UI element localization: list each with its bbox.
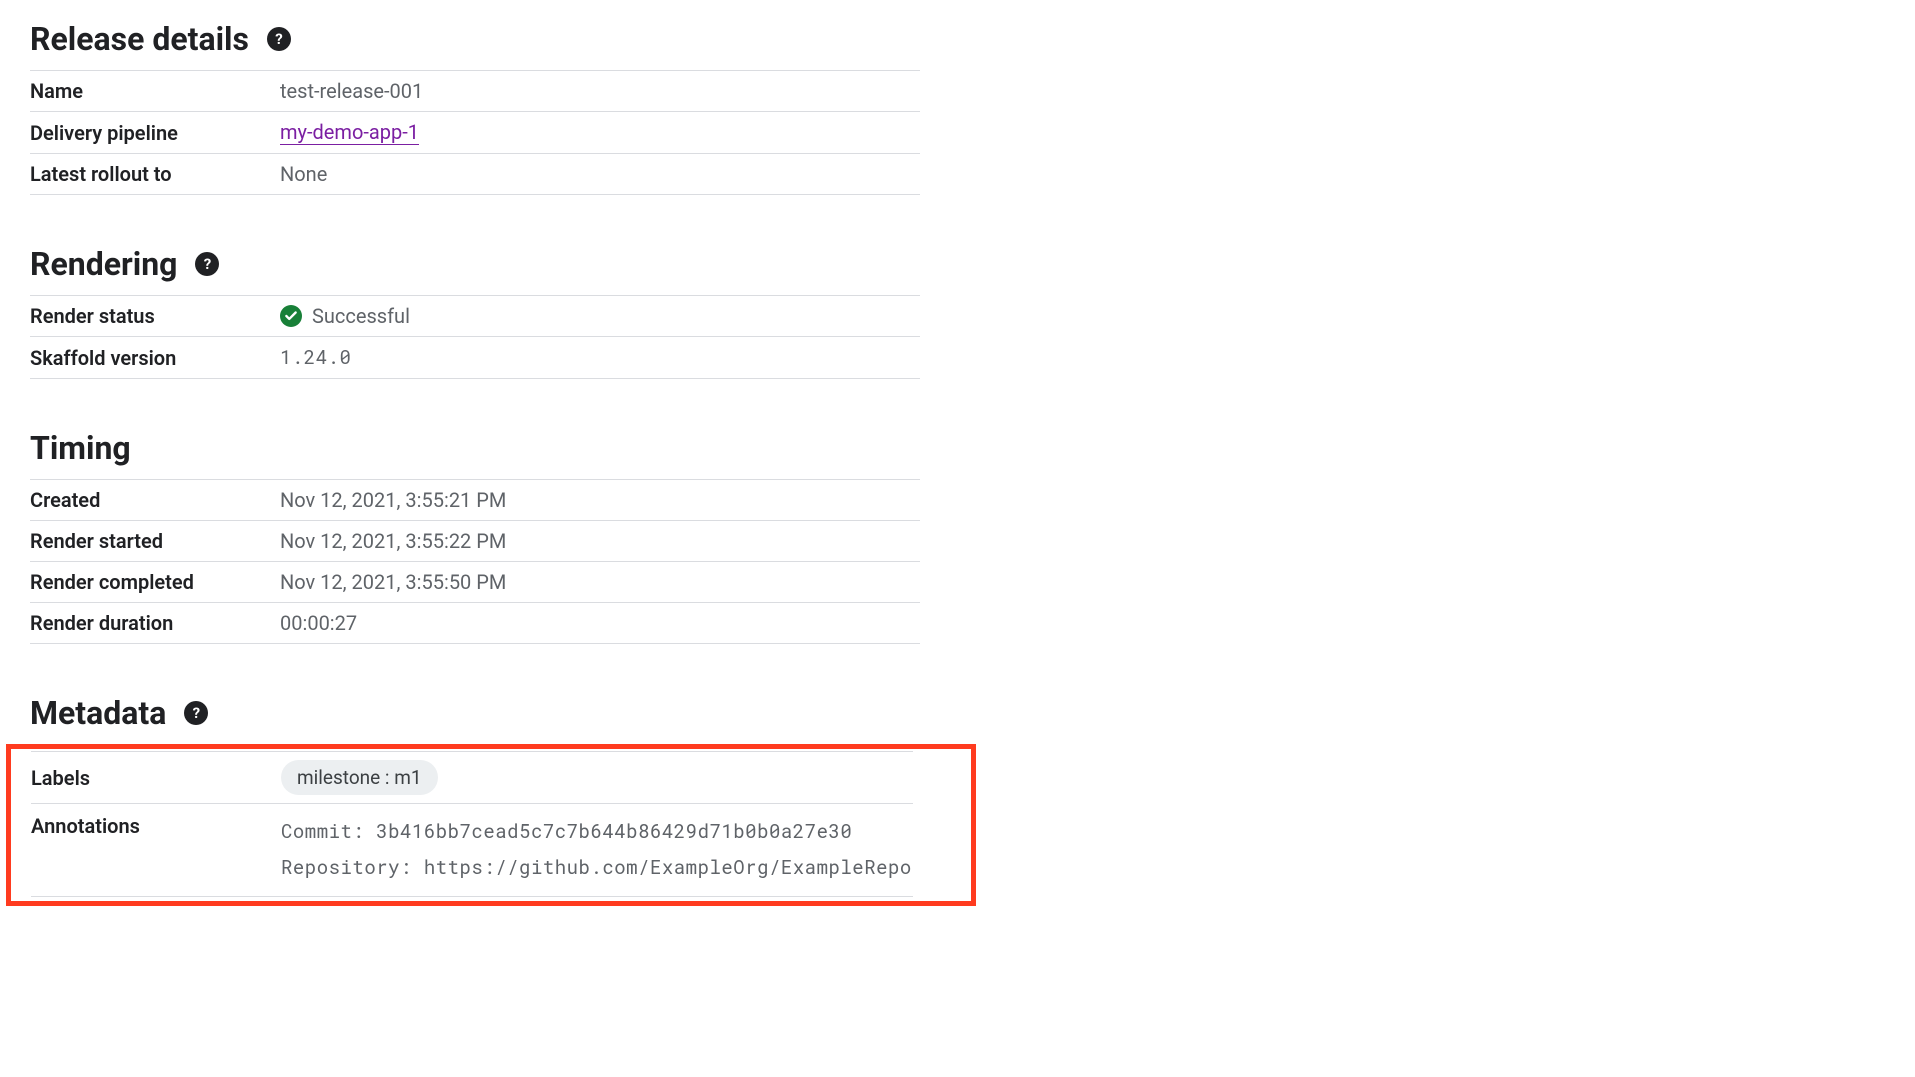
render-duration-row: Render duration 00:00:27: [30, 602, 920, 644]
name-label: Name: [30, 79, 280, 103]
render-started-value: Nov 12, 2021, 3:55:22 PM: [280, 529, 506, 553]
latest-rollout-row: Latest rollout to None: [30, 153, 920, 195]
render-started-row: Render started Nov 12, 2021, 3:55:22 PM: [30, 520, 920, 561]
annotation-repo: Repository: https://github.com/ExampleOr…: [281, 850, 912, 886]
render-status-label: Render status: [30, 304, 280, 328]
render-status-row: Render status Successful: [30, 295, 920, 336]
release-details-title: Release details: [30, 20, 249, 58]
label-chip: milestone : m1: [281, 760, 438, 795]
latest-rollout-value: None: [280, 162, 327, 186]
name-row: Name test-release-001: [30, 70, 920, 111]
pipeline-row: Delivery pipeline my-demo-app-1: [30, 111, 920, 153]
latest-rollout-label: Latest rollout to: [30, 162, 280, 186]
skaffold-value: 1.24.0: [280, 345, 351, 370]
render-started-label: Render started: [30, 529, 280, 553]
release-details-section: Release details ? Name test-release-001 …: [30, 20, 920, 195]
pipeline-link[interactable]: my-demo-app-1: [280, 120, 419, 145]
pipeline-label: Delivery pipeline: [30, 121, 280, 145]
skaffold-label: Skaffold version: [30, 346, 280, 370]
annotations-value: Commit: 3b416bb7cead5c7c7b644b86429d71b0…: [281, 814, 912, 886]
release-details-page: Release details ? Name test-release-001 …: [10, 0, 920, 906]
render-completed-value: Nov 12, 2021, 3:55:50 PM: [280, 570, 506, 594]
metadata-section: Metadata ? Labels milestone : m1 Annotat…: [30, 694, 920, 906]
labels-label: Labels: [31, 766, 281, 790]
rendering-section: Rendering ? Render status Successful Ska…: [30, 245, 920, 379]
render-completed-row: Render completed Nov 12, 2021, 3:55:50 P…: [30, 561, 920, 602]
check-circle-icon: [280, 305, 302, 327]
help-icon[interactable]: ?: [267, 27, 291, 51]
render-duration-value: 00:00:27: [280, 611, 357, 635]
skaffold-row: Skaffold version 1.24.0: [30, 336, 920, 379]
annotation-commit: Commit: 3b416bb7cead5c7c7b644b86429d71b0…: [281, 814, 912, 850]
name-value: test-release-001: [280, 79, 423, 103]
created-label: Created: [30, 488, 280, 512]
annotations-label: Annotations: [31, 814, 281, 838]
render-status-value: Successful: [312, 304, 410, 328]
annotations-row: Annotations Commit: 3b416bb7cead5c7c7b64…: [31, 803, 913, 897]
help-icon[interactable]: ?: [184, 701, 208, 725]
render-duration-label: Render duration: [30, 611, 280, 635]
render-completed-label: Render completed: [30, 570, 280, 594]
help-icon[interactable]: ?: [195, 252, 219, 276]
metadata-highlight-box: Labels milestone : m1 Annotations Commit…: [6, 744, 976, 906]
created-row: Created Nov 12, 2021, 3:55:21 PM: [30, 479, 920, 520]
created-value: Nov 12, 2021, 3:55:21 PM: [280, 488, 506, 512]
rendering-title: Rendering: [30, 245, 177, 283]
timing-section: Timing Created Nov 12, 2021, 3:55:21 PM …: [30, 429, 920, 644]
timing-title: Timing: [30, 429, 131, 467]
labels-row: Labels milestone : m1: [31, 751, 913, 803]
metadata-title: Metadata: [30, 694, 166, 732]
